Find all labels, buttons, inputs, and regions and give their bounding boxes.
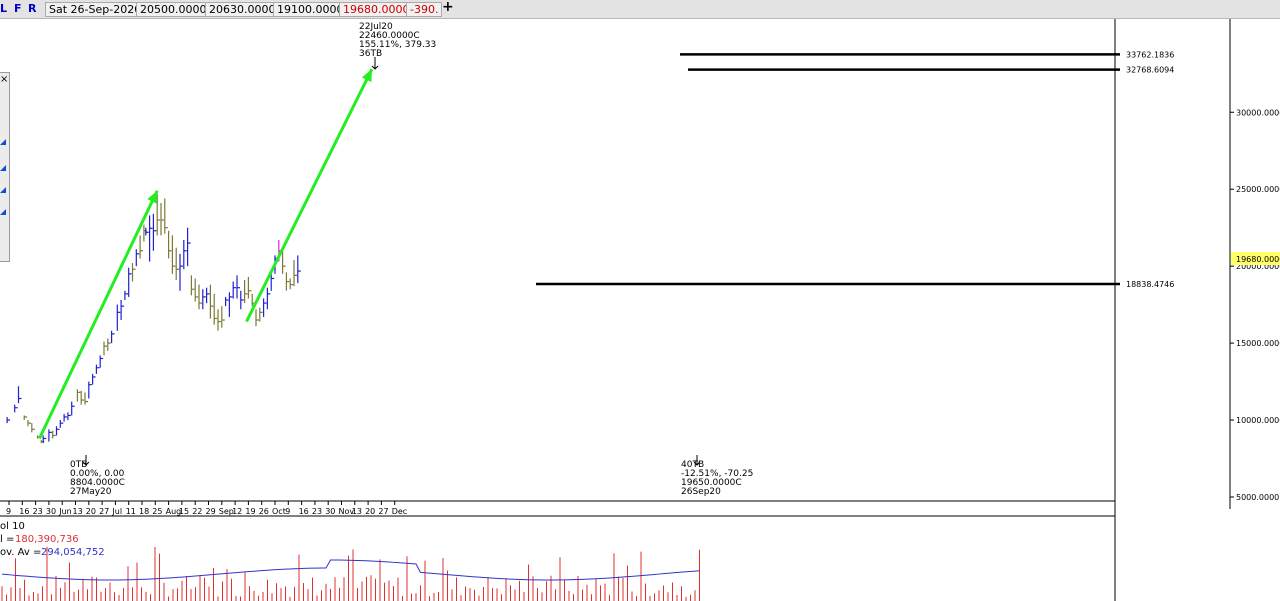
x-tick-label: 29: [206, 507, 216, 516]
x-tick-label: 23: [33, 507, 43, 516]
x-tick-label: Oct: [272, 507, 286, 516]
y-tick-label: 25000.0000: [1236, 185, 1280, 194]
bar-high: 20630.0000: [205, 2, 280, 17]
x-tick-label: 30: [46, 507, 56, 516]
horizontal-level-label: 18838.4746: [1126, 280, 1174, 289]
x-tick-label: Dec: [392, 507, 407, 516]
top-toolbar: L F R Sat 26-Sep-2020 20500.0000 20630.0…: [0, 0, 1280, 19]
annotation-text: 36TB: [359, 49, 382, 59]
x-tick-label: 13: [352, 507, 362, 516]
x-tick-label: 9: [285, 507, 290, 516]
x-tick-label: 30: [325, 507, 335, 516]
horizontal-level-label: 32768.6094: [1126, 66, 1174, 75]
x-tick-label: 20: [365, 507, 375, 516]
current-price-label: 19680.0000: [1236, 255, 1280, 264]
trend-arrow[interactable]: [245, 68, 374, 323]
horizontal-level-label: 33762.1836: [1126, 50, 1174, 59]
x-tick-label: 22: [192, 507, 202, 516]
x-tick-label: 15: [179, 507, 189, 516]
x-tick-label: Jun: [58, 507, 71, 516]
x-tick-label: Jul: [111, 507, 122, 516]
volume-title: ol 10: [0, 521, 25, 532]
x-tick-label: 16: [19, 507, 29, 516]
bar-date: Sat 26-Sep-2020: [45, 2, 146, 17]
bar-open: 20500.0000: [136, 2, 211, 17]
volume-bars: [1, 546, 700, 601]
y-tick-label: 10000.0000: [1236, 416, 1280, 425]
volume-label: l =: [0, 534, 14, 545]
plus-icon[interactable]: +: [442, 0, 454, 14]
x-tick-label: 12: [232, 507, 242, 516]
volume-average-label: ov. Av =: [0, 547, 41, 558]
x-tick-label: 11: [126, 507, 136, 516]
toolbar-button-l[interactable]: L: [0, 2, 7, 16]
x-tick-label: 23: [312, 507, 322, 516]
price-chart[interactable]: 33762.1836 32768.6094 18838.4746 30000.000…: [0, 19, 1280, 601]
y-tick-label: 5000.0000: [1236, 493, 1279, 502]
x-tick-label: 13: [73, 507, 83, 516]
x-tick-label: 9: [6, 507, 11, 516]
bar-close: 19680.0000: [339, 2, 414, 17]
x-tick-label: 27: [378, 507, 388, 516]
toolbar-button-f[interactable]: F: [14, 2, 22, 16]
x-tick-label: 16: [299, 507, 309, 516]
annotation-text: 27May20: [70, 487, 112, 497]
trend-arrow[interactable]: [38, 190, 159, 440]
price-bars: [6, 193, 301, 444]
bar-low: 19100.0000: [273, 2, 348, 17]
x-tick-label: 27: [99, 507, 109, 516]
x-tick-label: 20: [86, 507, 96, 516]
toolbar-button-r[interactable]: R: [28, 2, 36, 16]
volume-average-value: 294,054,752: [41, 547, 105, 558]
x-tick-label: 18: [139, 507, 149, 516]
annotation-text: 26Sep20: [681, 487, 721, 497]
x-tick-label: 25: [152, 507, 162, 516]
bar-change: -390.: [406, 2, 443, 17]
volume-average-line: [1, 559, 700, 581]
y-tick-label: 30000.0000: [1236, 108, 1280, 117]
x-axis: 9 16 23 30 Jun 13 20 27 Jul 11 18 25 Aug15 22 29 Sep12 1…: [6, 501, 407, 516]
volume-value: 180,390,736: [15, 534, 79, 545]
horizontal-levels: 33762.1836 32768.6094 18838.4746: [536, 50, 1174, 289]
x-tick-label: 19: [245, 507, 255, 516]
y-axis: 30000.000025000.000020000.000015000.0000…: [1230, 108, 1280, 502]
y-tick-label: 15000.0000: [1236, 339, 1280, 348]
x-tick-label: 26: [259, 507, 269, 516]
